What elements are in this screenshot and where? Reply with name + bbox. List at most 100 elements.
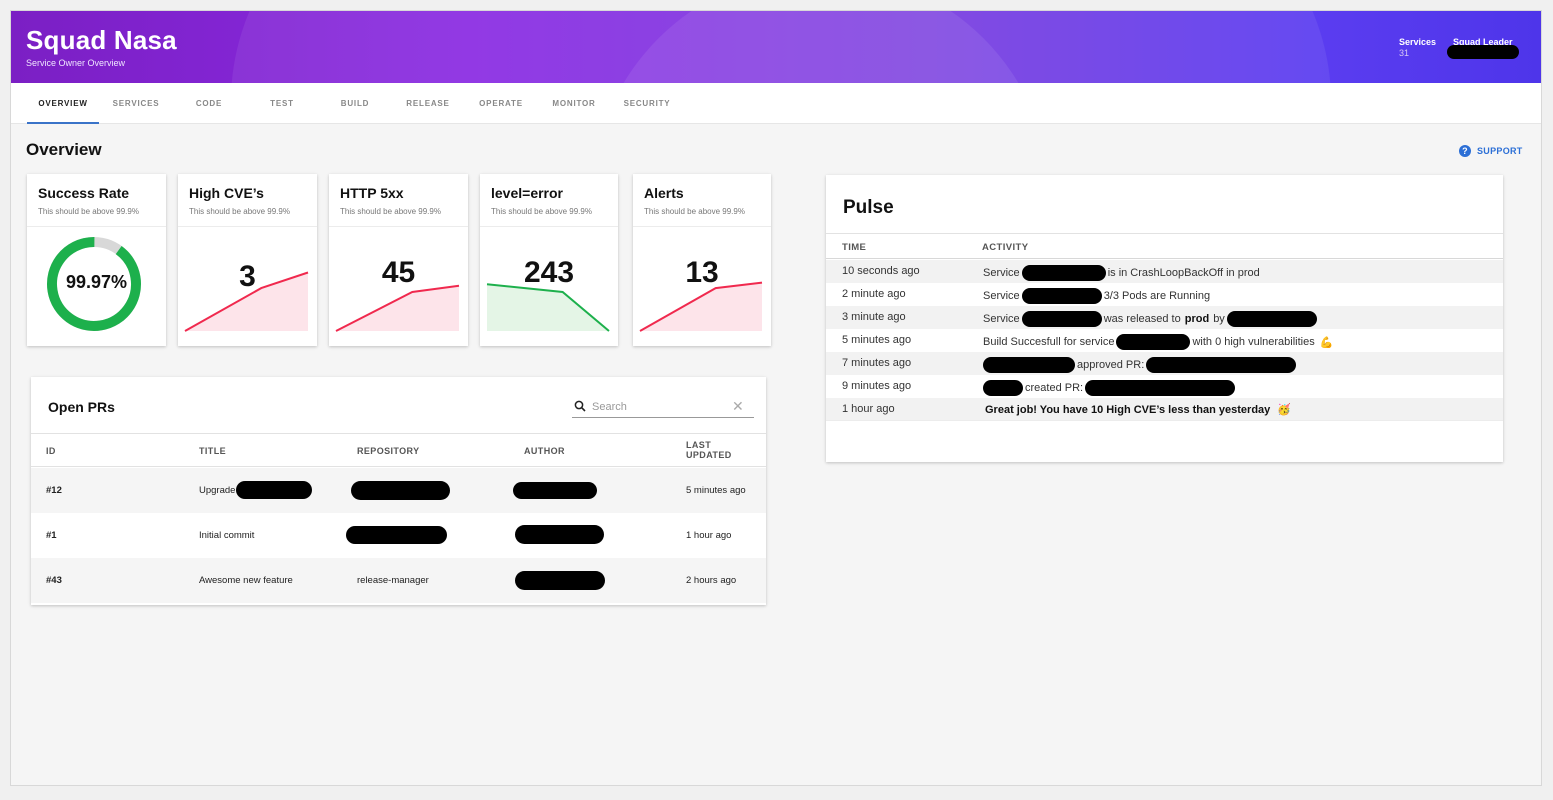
- table-header: ID TITLE REPOSITORY AUTHOR LAST UPDATED: [31, 433, 766, 467]
- panel-title: Pulse: [843, 197, 894, 218]
- metric-title: level=error: [491, 185, 563, 201]
- redacted-text: [983, 357, 1075, 373]
- metric-subtitle: This should be above 99.9%: [340, 207, 441, 216]
- tab-build[interactable]: BUILD: [319, 83, 391, 124]
- pulse-row: 5 minutes ago Build Succesfull for servic…: [826, 329, 1503, 352]
- metric-title: Alerts: [644, 185, 684, 201]
- activity-text: was released to: [1103, 313, 1181, 325]
- redacted-text: [236, 481, 313, 500]
- pulse-time: 5 minutes ago: [842, 334, 912, 346]
- pulse-time: 3 minute ago: [842, 311, 906, 323]
- metric-title: High CVE’s: [189, 185, 264, 201]
- activity-text: approved PR:: [1077, 359, 1145, 371]
- page-title: Overview: [26, 140, 102, 159]
- activity-emphasis: Great job! You have 10 High CVE’s less t…: [985, 403, 1271, 416]
- activity-text: with 0 high vulnerabilities: [1192, 336, 1315, 348]
- table-row[interactable]: #1 Initial commit 1 hour ago: [31, 513, 766, 558]
- column-header-id[interactable]: ID: [46, 446, 56, 456]
- app-window: Squad Nasa Service Owner Overview Servic…: [10, 10, 1542, 786]
- pulse-activity: Service was released to prod by: [982, 311, 1318, 327]
- pulse-row: 3 minute ago Service was released to prod by: [826, 306, 1503, 329]
- tab-overview[interactable]: OVERVIEW: [27, 83, 99, 124]
- tab-release[interactable]: RELEASE: [392, 83, 464, 124]
- redacted-text: [1116, 334, 1191, 350]
- metric-card-alerts: Alerts This should be above 99.9% 13: [633, 174, 771, 346]
- redacted-text: [983, 380, 1023, 396]
- redacted-repository: [346, 526, 447, 544]
- tab-test[interactable]: TEST: [246, 83, 318, 124]
- pulse-activity: Service 3/3 Pods are Running: [982, 288, 1211, 304]
- activity-text: Service: [983, 290, 1020, 302]
- pr-repository: release-manager: [357, 575, 429, 586]
- pr-updated: 5 minutes ago: [686, 485, 746, 496]
- open-prs-panel: Open PRs ✕ ID TITLE REPOSITORY AUTHOR LA…: [31, 377, 766, 605]
- redacted-author: [515, 571, 605, 590]
- pulse-time: 1 hour ago: [842, 403, 895, 415]
- pulse-activity: approved PR:: [982, 357, 1297, 373]
- emoji-icon: 🥳: [1277, 404, 1291, 416]
- column-header-author[interactable]: AUTHOR: [524, 446, 565, 456]
- redacted-author: [515, 525, 604, 544]
- pulse-activity: Service is in CrashLoopBackOff in prod: [982, 265, 1261, 281]
- pulse-row: 10 seconds ago Service is in CrashLoopBack…: [826, 260, 1503, 283]
- tab-bar: OVERVIEW SERVICES CODE TEST BUILD RELEAS…: [11, 83, 1541, 124]
- metric-title: HTTP 5xx: [340, 185, 404, 201]
- pulse-activity: Great job! You have 10 High CVE’s less t…: [982, 403, 1291, 417]
- column-header-last-updated[interactable]: LAST UPDATED: [686, 440, 746, 460]
- activity-text: created PR:: [1025, 382, 1084, 394]
- support-link[interactable]: ? SUPPORT: [1459, 145, 1523, 157]
- tab-operate[interactable]: OPERATE: [465, 83, 537, 124]
- metric-subtitle: This should be above 99.9%: [491, 207, 592, 216]
- table-row[interactable]: #12 Upgrade 5 minutes ago: [31, 468, 766, 513]
- pr-id: #12: [46, 485, 62, 496]
- pulse-footer: [826, 420, 1503, 442]
- app-title: Squad Nasa: [26, 25, 177, 55]
- pulse-time: 2 minute ago: [842, 288, 906, 300]
- pulse-activity: created PR:: [982, 380, 1236, 396]
- tab-code[interactable]: CODE: [173, 83, 245, 124]
- metric-card-success-rate: Success Rate This should be above 99.9% …: [27, 174, 166, 346]
- pulse-row: 9 minutes ago created PR:: [826, 375, 1503, 398]
- column-header-activity: ACTIVITY: [982, 242, 1029, 253]
- close-icon[interactable]: ✕: [732, 398, 744, 415]
- pulse-time: 7 minutes ago: [842, 357, 912, 369]
- emoji-icon: 💪: [1319, 336, 1334, 349]
- redacted-user-name: [1447, 45, 1519, 59]
- activity-text: Service: [983, 267, 1020, 279]
- pr-title: Initial commit: [199, 530, 255, 541]
- activity-text: Service: [983, 313, 1020, 325]
- pulse-row: 2 minute ago Service 3/3 Pods are Running: [826, 283, 1503, 306]
- search-input[interactable]: [592, 399, 722, 415]
- pulse-row: 7 minutes ago approved PR:: [826, 352, 1503, 375]
- metric-subtitle: This should be above 99.9%: [189, 207, 290, 216]
- column-header-repository[interactable]: REPOSITORY: [357, 446, 420, 456]
- pr-id: #43: [46, 575, 62, 586]
- search-icon: [574, 400, 586, 412]
- metric-card-level-error: level=error This should be above 99.9% 2…: [480, 174, 618, 346]
- redacted-text: [1146, 357, 1297, 373]
- tab-security[interactable]: SECURITY: [611, 83, 683, 124]
- metric-subtitle: This should be above 99.9%: [38, 207, 139, 216]
- redacted-text: [1085, 380, 1236, 396]
- redacted-text: [1021, 288, 1102, 304]
- column-header-time: TIME: [842, 242, 867, 253]
- metric-title: Success Rate: [38, 185, 130, 201]
- search-box: ✕: [572, 397, 754, 418]
- pulse-time: 9 minutes ago: [842, 380, 912, 392]
- app-subtitle: Service Owner Overview: [26, 58, 126, 68]
- metric-value: 3: [239, 260, 256, 293]
- tab-services[interactable]: SERVICES: [100, 83, 172, 124]
- services-label: Services: [1399, 37, 1437, 47]
- redacted-author: [513, 482, 597, 499]
- pulse-activity: Build Succesfull for service with 0 high …: [982, 334, 1333, 350]
- table-row[interactable]: #43 Awesome new feature release-manager …: [31, 558, 766, 603]
- redacted-repository: [351, 481, 450, 500]
- column-header-title[interactable]: TITLE: [199, 446, 226, 456]
- activity-text: Build Succesfull for service: [983, 336, 1115, 348]
- panel-title: Open PRs: [48, 399, 115, 415]
- pr-title: Upgrade: [199, 468, 313, 513]
- activity-text: 3/3 Pods are Running: [1103, 290, 1211, 302]
- tab-monitor[interactable]: MONITOR: [538, 83, 610, 124]
- support-label: SUPPORT: [1477, 146, 1523, 156]
- metric-value: 13: [685, 256, 719, 289]
